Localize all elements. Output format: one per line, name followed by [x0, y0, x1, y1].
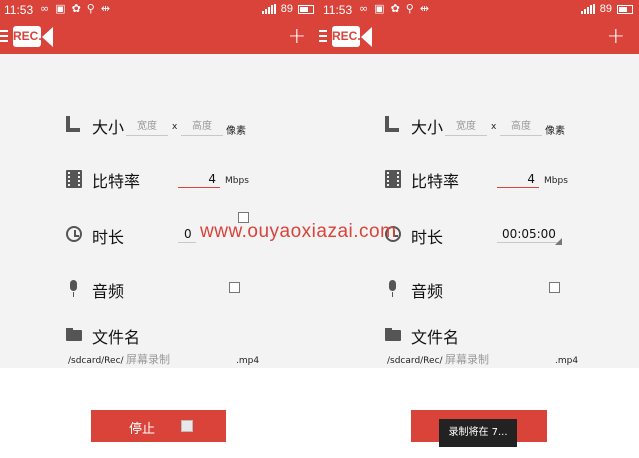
plus-icon[interactable]: +: [288, 26, 306, 48]
audio-label: 音频: [92, 282, 125, 301]
link-icon: ∞: [359, 2, 369, 15]
usb-icon: ⇹: [100, 2, 111, 15]
bitrate-input[interactable]: 4: [178, 172, 220, 188]
duration-label: 时长: [92, 228, 125, 247]
stop-button[interactable]: 停止: [91, 410, 226, 442]
film-icon: [66, 170, 82, 188]
size-separator: x: [491, 122, 497, 132]
filename-ext: .mp4: [555, 356, 579, 366]
notification-icons: ∞ ▣ ✿ ⚲ ⇹: [359, 2, 429, 15]
stop-button-label: 停止: [129, 422, 156, 437]
watermark-text: www.ouyaoxiazai.com: [200, 221, 397, 242]
width-input[interactable]: 宽度: [445, 120, 487, 136]
duration-input[interactable]: 00:05:00: [497, 227, 561, 243]
filename-ext: .mp4: [236, 356, 260, 366]
settings-content: 大小 宽度 x 高度 像素 比特率 4 Mbps 时长 0 音频 文件名 /sd…: [0, 54, 320, 369]
bitrate-input[interactable]: 4: [497, 172, 539, 188]
bottom-area: 停止: [0, 368, 320, 458]
size-label: 大小: [411, 118, 444, 137]
width-input[interactable]: 宽度: [126, 120, 168, 136]
bitrate-unit: Mbps: [544, 176, 568, 186]
clock-icon: [66, 226, 82, 242]
link-icon: ∞: [40, 2, 50, 15]
usb-icon: ⇹: [419, 2, 430, 15]
sync-icon: ✿: [71, 2, 81, 15]
audio-checkbox[interactable]: [229, 282, 240, 293]
folder-icon: [66, 326, 82, 344]
size-row: 大小 宽度 x 高度 像素: [0, 108, 320, 148]
rec-logo: REC.: [13, 26, 42, 47]
app-bar: REC. +: [0, 20, 320, 54]
camera-icon: [42, 27, 53, 47]
status-bar: 11:53 ∞ ▣ ✿ ⚲ ⇹ 89: [319, 0, 639, 20]
bitrate-unit: Mbps: [225, 176, 249, 186]
audio-checkbox[interactable]: [549, 282, 560, 293]
filename-label: 文件名: [92, 328, 141, 347]
stop-icon: [181, 420, 193, 432]
image-icon: ▣: [374, 2, 385, 15]
system-icons: 89: [261, 3, 314, 15]
menu-icon[interactable]: [0, 30, 8, 43]
status-time: 11:53: [323, 3, 353, 17]
height-input[interactable]: 高度: [181, 120, 223, 136]
signal-icon: [261, 4, 276, 14]
mic-icon: [385, 280, 401, 298]
size-unit: 像素: [226, 126, 246, 137]
sync-icon: ✿: [390, 2, 400, 15]
size-separator: x: [172, 122, 178, 132]
film-icon: [385, 170, 401, 188]
duration-corner-icon: [555, 238, 562, 245]
size-label: 大小: [92, 118, 125, 137]
signal-icon: [580, 4, 595, 14]
size-icon: [66, 116, 82, 134]
height-input[interactable]: 高度: [500, 120, 542, 136]
size-row: 大小 宽度 x 高度 像素: [319, 108, 639, 148]
folder-icon: [385, 326, 401, 344]
filename-label: 文件名: [411, 328, 460, 347]
size-icon: [385, 116, 401, 134]
toast-message: 录制将在 7...: [439, 419, 517, 447]
battery-icon: [298, 4, 314, 14]
size-unit: 像素: [545, 126, 565, 137]
bitrate-label: 比特率: [92, 172, 141, 191]
audio-row: 音频: [0, 272, 320, 312]
battery-level: 89: [599, 3, 612, 15]
plus-icon[interactable]: +: [607, 26, 625, 48]
bitrate-row: 比特率 4 Mbps: [0, 162, 320, 202]
image-icon: ▣: [55, 2, 66, 15]
bitrate-label: 比特率: [411, 172, 460, 191]
mic-icon: [66, 280, 82, 298]
battery-level: 89: [280, 3, 293, 15]
share-icon: ⚲: [405, 2, 414, 15]
duration-label: 时长: [411, 228, 444, 247]
notification-icons: ∞ ▣ ✿ ⚲ ⇹: [40, 2, 110, 15]
camera-icon: [361, 27, 372, 47]
audio-label: 音频: [411, 282, 444, 301]
share-icon: ⚲: [86, 2, 95, 15]
app-bar: REC. +: [319, 20, 639, 54]
menu-icon[interactable]: [319, 30, 327, 43]
system-icons: 89: [580, 3, 633, 15]
status-bar: 11:53 ∞ ▣ ✿ ⚲ ⇹ 89: [0, 0, 320, 20]
filename-path: /sdcard/Rec/: [387, 356, 443, 366]
filename-input[interactable]: 屏幕录制: [441, 353, 551, 369]
battery-icon: [617, 4, 633, 14]
status-time: 11:53: [4, 3, 34, 17]
audio-row: 音频: [319, 272, 639, 312]
rec-logo: REC.: [332, 26, 361, 47]
bitrate-row: 比特率 4 Mbps: [319, 162, 639, 202]
duration-input[interactable]: 0: [178, 227, 196, 243]
settings-content: 大小 宽度 x 高度 像素 比特率 4 Mbps 时长 00:05:00 音频 …: [319, 54, 639, 369]
filename-input[interactable]: 屏幕录制: [122, 353, 232, 369]
filename-path: /sdcard/Rec/: [68, 356, 124, 366]
